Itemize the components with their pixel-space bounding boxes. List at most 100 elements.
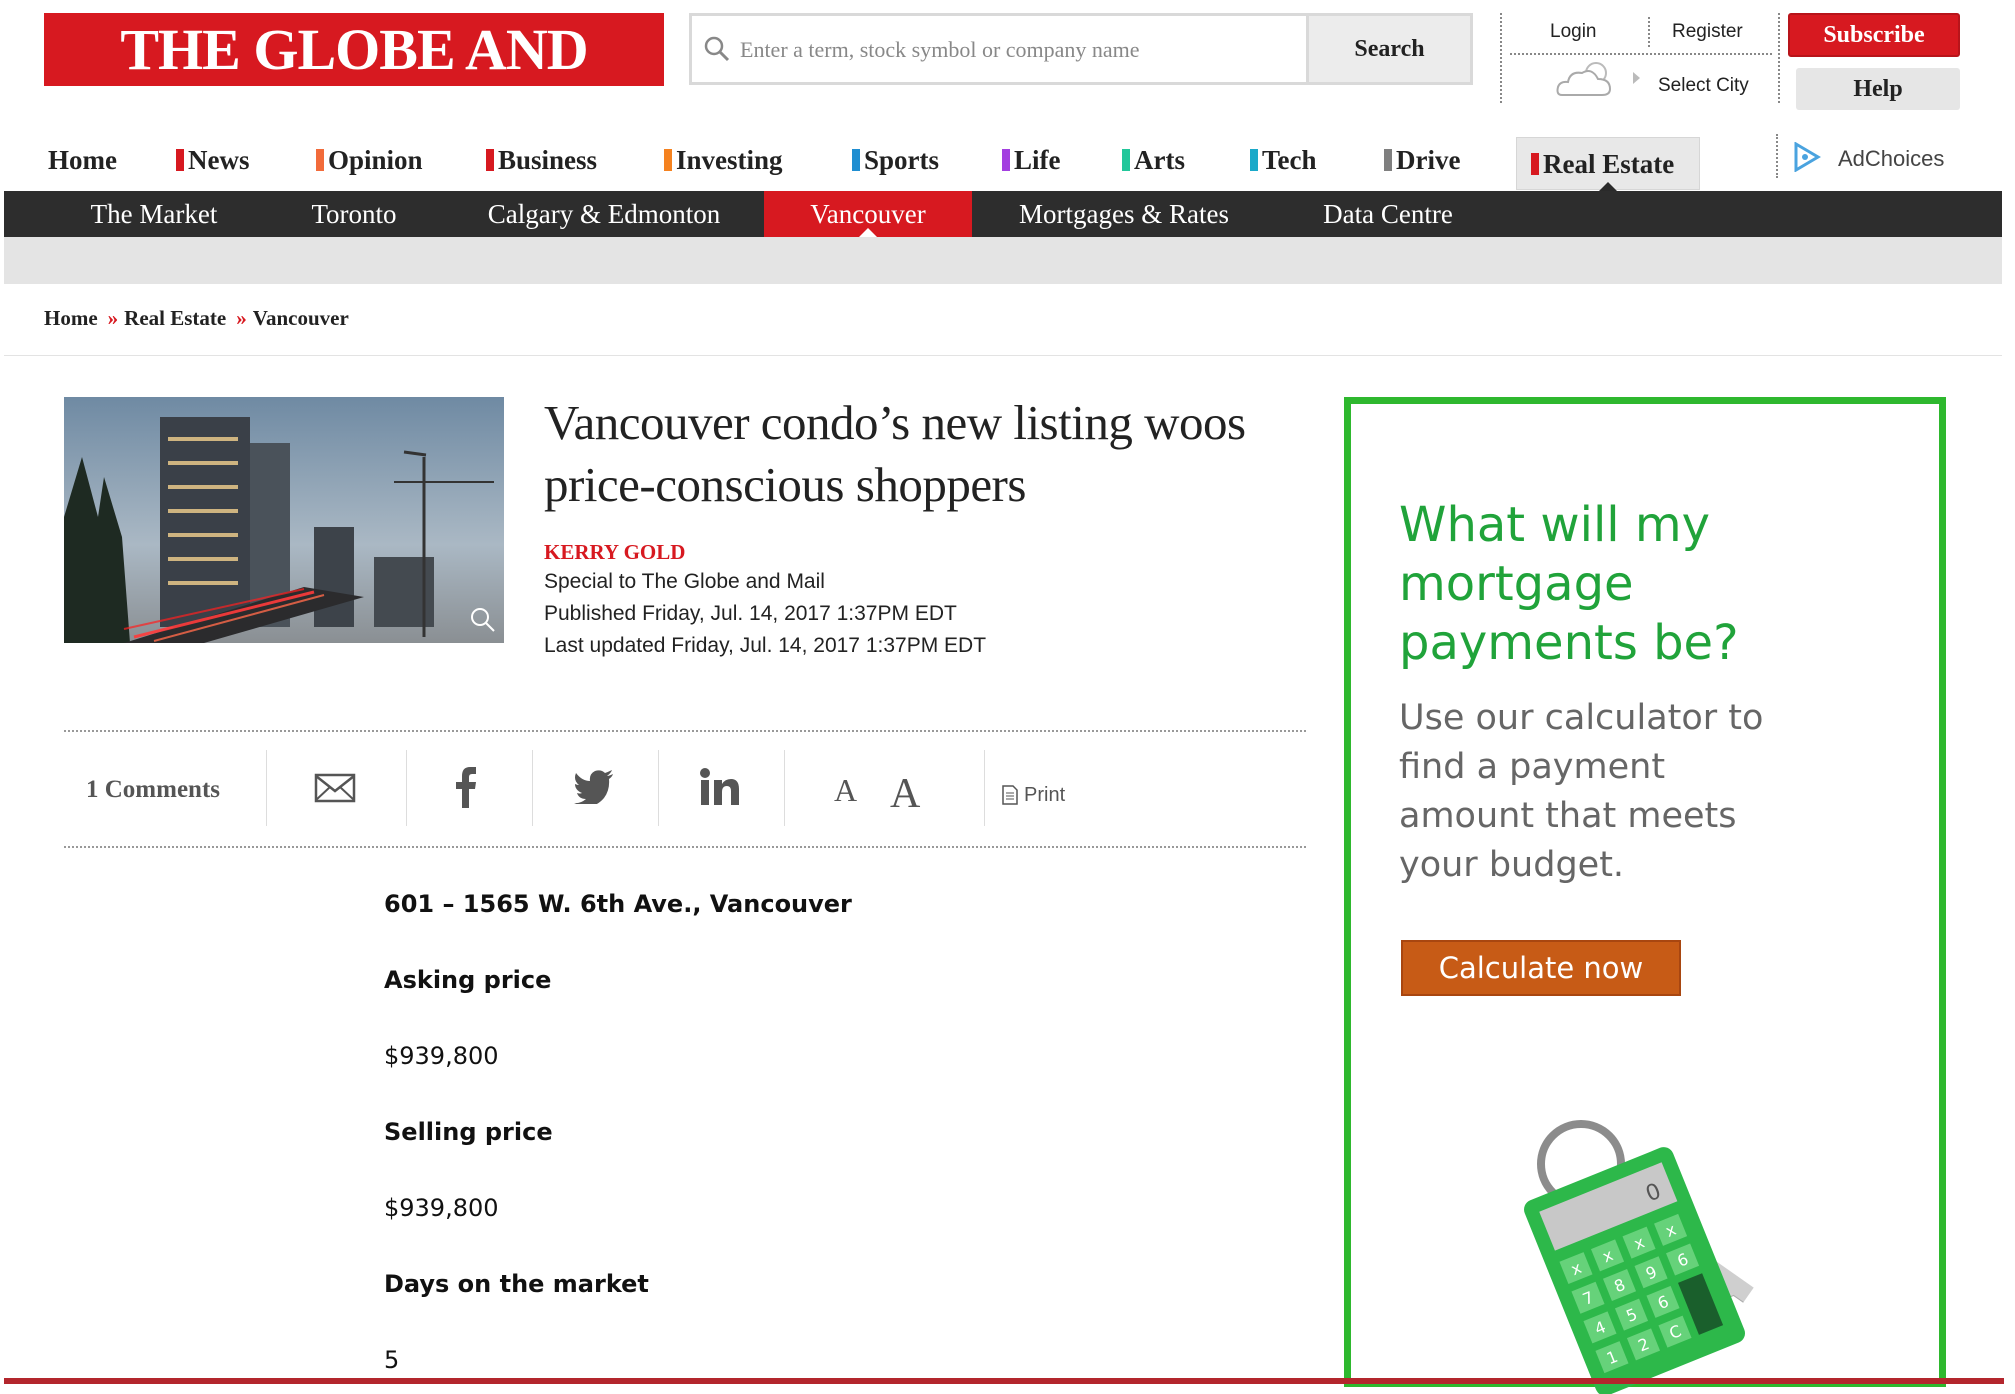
calculator-keys-illustration: 0 x x x x 7 8 9 6 4 5 6 1 2 C	[1524, 1120, 1754, 1394]
section-color-bar	[1002, 149, 1010, 171]
increase-font-button[interactable]: A	[890, 770, 920, 818]
nav-opinion[interactable]: Opinion	[316, 130, 423, 190]
active-tab-caret	[859, 228, 877, 237]
fact-value: 5	[384, 1346, 400, 1374]
breadcrumb-real-estate[interactable]: Real Estate	[124, 306, 226, 330]
subscribe-button[interactable]: Subscribe	[1788, 13, 1960, 57]
subnav-label: Vancouver	[810, 199, 926, 229]
updated-date: Last updated Friday, Jul. 14, 2017 1:37P…	[544, 634, 987, 657]
nav-news[interactable]: News	[176, 130, 250, 190]
ad-headline: What will my mortgage payments be?	[1399, 497, 1739, 671]
nav-life[interactable]: Life	[1002, 130, 1061, 190]
decrease-font-button[interactable]: A	[834, 772, 857, 809]
chevron-right-icon	[1633, 72, 1640, 84]
login-link[interactable]: Login	[1550, 21, 1597, 43]
nav-arts[interactable]: Arts	[1122, 130, 1185, 190]
section-color-bar	[176, 149, 184, 171]
subnav-vancouver[interactable]: Vancouver	[764, 191, 972, 237]
nav-label: Home	[48, 145, 117, 175]
section-color-bar	[316, 149, 324, 171]
breadcrumb-separator: »	[236, 306, 247, 330]
print-icon[interactable]	[1002, 785, 1018, 805]
search-button[interactable]: Search	[1306, 16, 1470, 82]
weather-cloud-icon	[1556, 62, 1612, 96]
section-color-bar	[486, 149, 494, 171]
section-color-bar	[1122, 149, 1130, 171]
article-hero-image[interactable]	[64, 397, 504, 643]
calculate-now-button[interactable]: Calculate now	[1401, 940, 1681, 996]
subnav-mortgages-rates[interactable]: Mortgages & Rates	[1004, 191, 1244, 237]
fact-label: Selling price	[384, 1118, 553, 1146]
fact-value: $939,800	[384, 1194, 499, 1222]
breadcrumb-home[interactable]: Home	[44, 306, 98, 330]
maple-leaf-icon: ✱	[417, 92, 445, 129]
divider	[1648, 17, 1650, 47]
site-logo[interactable]: THE GLOBE AND MAIL✱	[44, 13, 664, 155]
subnav-data-centre[interactable]: Data Centre	[1300, 191, 1476, 237]
linkedin-icon[interactable]	[700, 768, 740, 806]
nav-label: Opinion	[328, 145, 423, 175]
divider	[64, 846, 1306, 848]
breadcrumb-separator: »	[107, 306, 119, 330]
adchoices-link[interactable]: AdChoices	[1838, 146, 1944, 172]
subnav-toronto[interactable]: Toronto	[284, 191, 424, 237]
section-color-bar	[1384, 149, 1392, 171]
published-date: Published Friday, Jul. 14, 2017 1:37PM E…	[544, 602, 957, 625]
nav-home[interactable]: Home	[48, 130, 117, 190]
ad-body-text: Use our calculator to find a payment amo…	[1399, 698, 1764, 885]
search-bar: Search	[689, 13, 1473, 85]
subnav-the-market[interactable]: The Market	[64, 191, 244, 237]
section-color-bar	[852, 149, 860, 171]
fact-value: $939,800	[384, 1042, 499, 1070]
print-button[interactable]: Print	[1024, 784, 1065, 807]
fact-label: Days on the market	[384, 1270, 649, 1298]
hero-photo	[64, 397, 504, 643]
divider	[64, 730, 1306, 732]
main-nav: Home News Opinion Business Investing Spo…	[0, 130, 1760, 190]
divider	[1776, 134, 1778, 178]
sub-nav: The Market Toronto Calgary & Edmonton Va…	[4, 191, 2002, 237]
nav-label: Business	[498, 145, 598, 175]
nav-label: Investing	[676, 145, 783, 175]
account-panel: Login Register Select City	[1500, 13, 1780, 103]
facebook-icon[interactable]	[454, 766, 478, 808]
twitter-icon[interactable]	[574, 770, 614, 804]
nav-business[interactable]: Business	[486, 130, 597, 190]
email-icon[interactable]	[314, 772, 356, 804]
section-color-bar	[1531, 153, 1539, 175]
nav-tech[interactable]: Tech	[1250, 130, 1317, 190]
section-color-bar	[664, 149, 672, 171]
nav-sports[interactable]: Sports	[852, 130, 939, 190]
help-button[interactable]: Help	[1796, 68, 1960, 110]
adchoices-icon[interactable]	[1793, 142, 1821, 172]
share-cell	[784, 750, 985, 826]
comments-link[interactable]: 1 Comments	[86, 776, 220, 804]
article-headline: Vancouver condo’s new listing woos price…	[544, 395, 1246, 512]
breadcrumb: Home» Real Estate» Vancouver	[44, 306, 349, 331]
listing-address: 601 – 1565 W. 6th Ave., Vancouver	[384, 890, 852, 918]
mortgage-calculator-ad[interactable]: What will my mortgage payments be? Use o…	[1344, 397, 1946, 1394]
nav-label: Tech	[1262, 145, 1317, 175]
account-links: Login Register	[1510, 13, 1772, 55]
search-input[interactable]	[738, 24, 1282, 76]
nav-label: Sports	[864, 145, 940, 175]
nav-label: Arts	[1134, 145, 1185, 175]
divider	[4, 355, 2002, 356]
nav-spacer-band	[4, 237, 2002, 284]
nav-label: Real Estate	[1543, 149, 1675, 179]
search-icon	[704, 36, 730, 62]
select-city-link[interactable]: Select City	[1658, 75, 1749, 97]
subnav-calgary-edmonton[interactable]: Calgary & Edmonton	[468, 191, 740, 237]
nav-label: News	[188, 145, 250, 175]
section-color-bar	[1250, 149, 1258, 171]
breadcrumb-vancouver[interactable]: Vancouver	[253, 306, 349, 330]
nav-label: Life	[1014, 145, 1061, 175]
author-byline[interactable]: KERRY GOLD	[544, 540, 685, 565]
nav-drive[interactable]: Drive	[1384, 130, 1460, 190]
nav-investing[interactable]: Investing	[664, 130, 783, 190]
nav-label: Drive	[1396, 145, 1461, 175]
register-link[interactable]: Register	[1672, 21, 1743, 43]
page-bottom-rule	[4, 1378, 2004, 1384]
fact-label: Asking price	[384, 966, 552, 994]
author-affiliation: Special to The Globe and Mail	[544, 570, 825, 593]
